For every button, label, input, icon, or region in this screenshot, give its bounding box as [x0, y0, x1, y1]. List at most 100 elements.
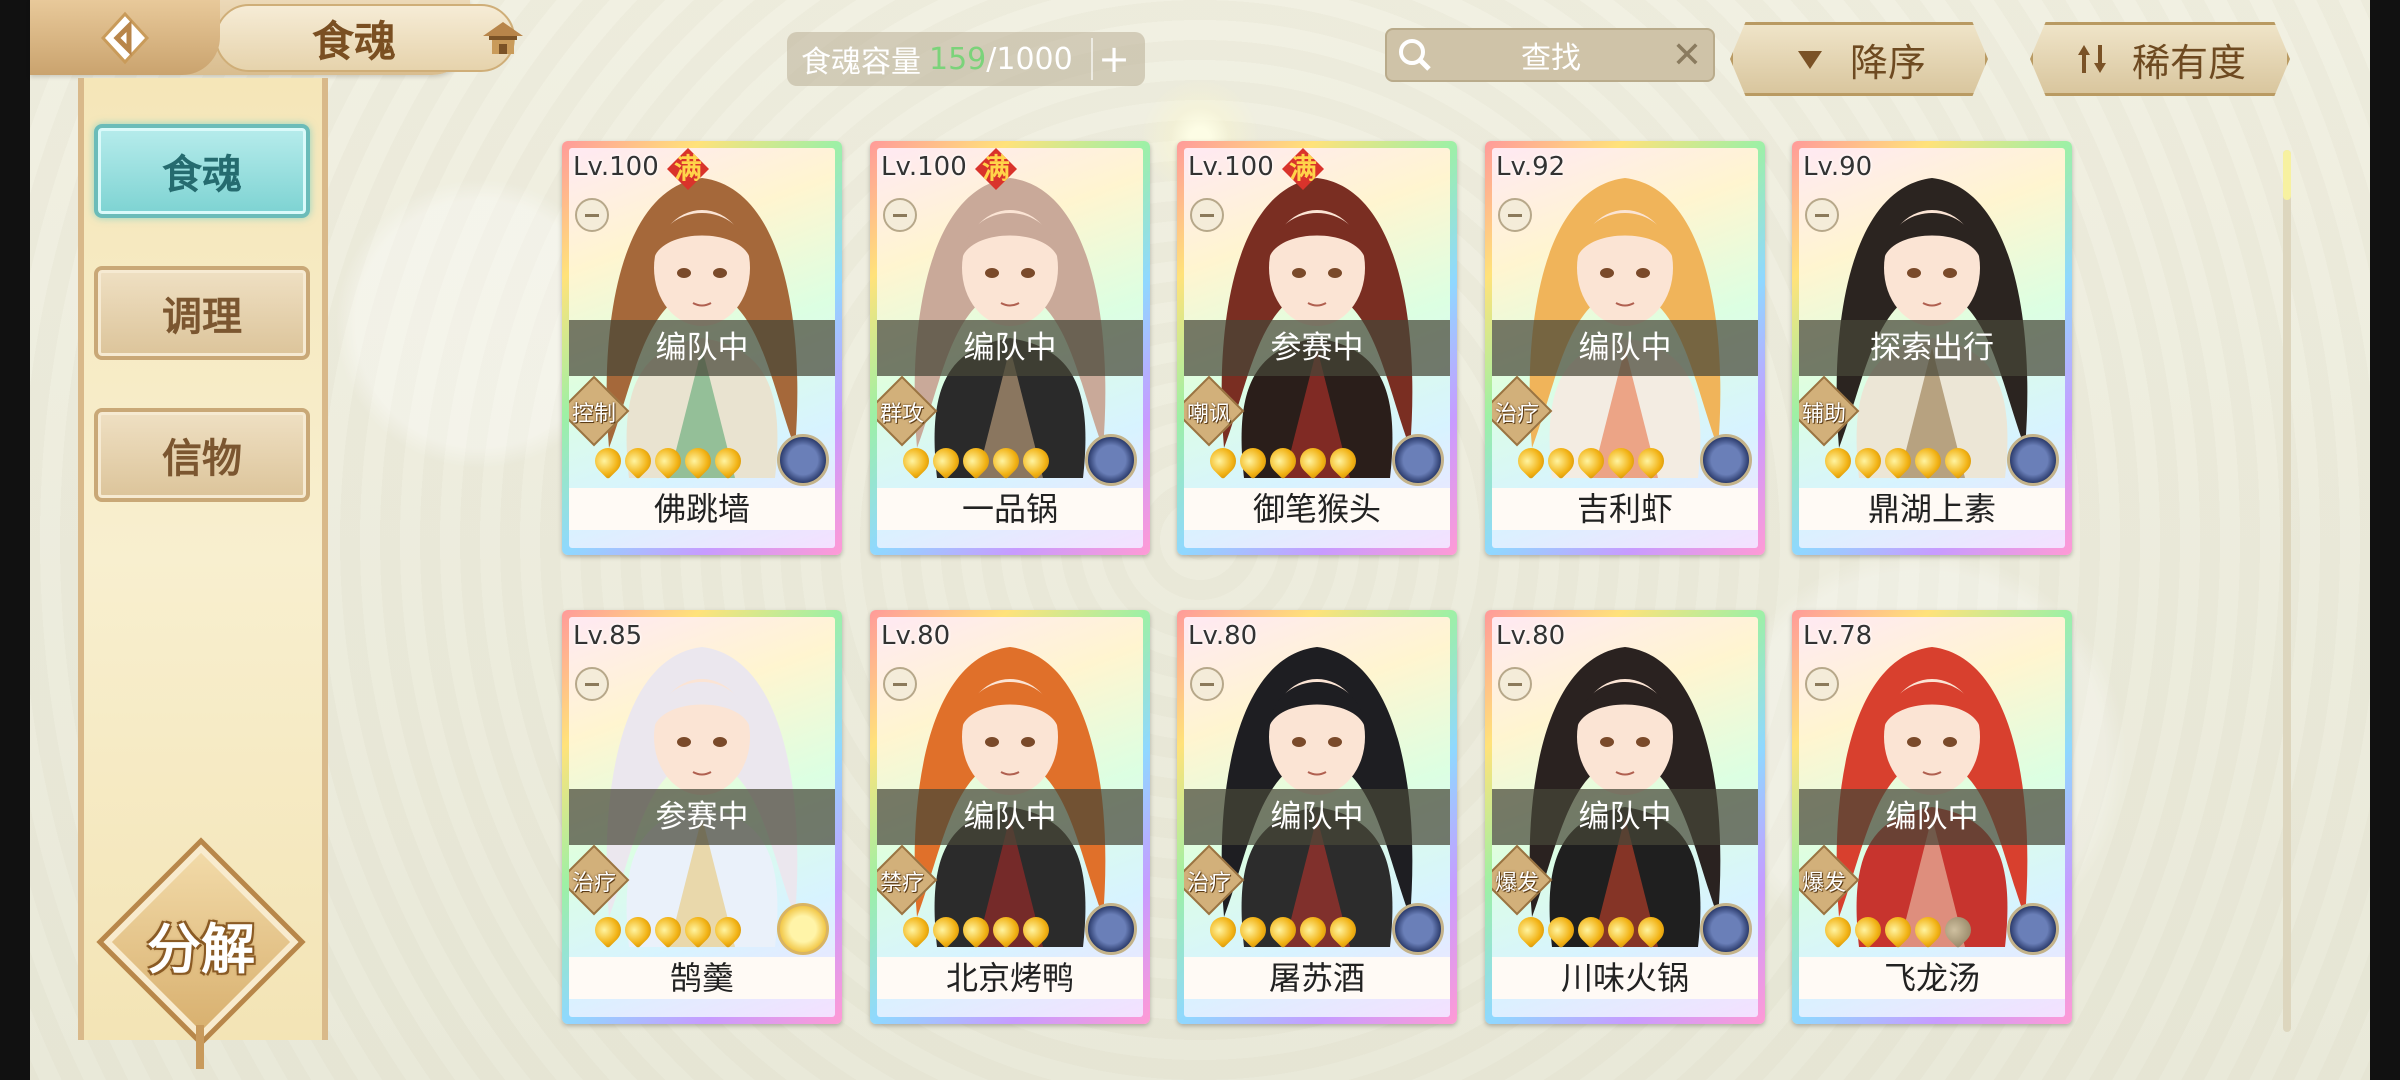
- star-icon: [1572, 911, 1610, 949]
- role-label: 辅助: [1801, 402, 1846, 427]
- rarity-filter-button[interactable]: 稀有度: [2030, 22, 2290, 96]
- star-rating: [1204, 442, 1362, 480]
- star-icon: [1879, 442, 1917, 480]
- level-label: Lv.90: [1803, 152, 1873, 182]
- capacity-label: 食魂容量: [801, 45, 921, 80]
- level-label: Lv.78: [1803, 621, 1873, 651]
- star-icon: [619, 442, 657, 480]
- star-icon: [709, 911, 747, 949]
- status-label: 参赛中: [1184, 320, 1450, 376]
- star-rating: [1512, 442, 1670, 480]
- role-badge: 治疗: [1492, 375, 1553, 447]
- star-icon: [1324, 442, 1362, 480]
- star-icon: [957, 911, 995, 949]
- back-button[interactable]: [30, 0, 220, 75]
- star-rating: [589, 442, 747, 480]
- food-soul-name: 御笔猴头: [1184, 488, 1450, 530]
- capacity-add-button[interactable]: +: [1091, 38, 1135, 80]
- tab-cultivate[interactable]: 调理: [94, 266, 310, 360]
- tab-food-soul[interactable]: 食魂: [94, 124, 310, 218]
- food-soul-card[interactable]: Lv.92 编队中 治疗 吉利虾: [1485, 141, 1765, 555]
- star-icon: [1204, 911, 1242, 949]
- tassel-decoration: [196, 1025, 204, 1069]
- element-icon: [777, 434, 829, 486]
- role-badge: 禁疗: [877, 844, 938, 916]
- role-label: 爆发: [1494, 871, 1539, 896]
- food-soul-name: 北京烤鸭: [877, 957, 1143, 999]
- role-label: 控制: [571, 402, 616, 427]
- star-icon: [897, 911, 935, 949]
- food-soul-card[interactable]: Lv.90 探索出行 辅助 鼎湖上素: [1792, 141, 2072, 555]
- star-rating: [589, 911, 747, 949]
- food-soul-card[interactable]: Lv.100 满 参赛中 嘲讽 御笔猴头: [1177, 141, 1457, 555]
- status-label: 编队中: [1799, 789, 2065, 845]
- star-icon: [649, 911, 687, 949]
- food-soul-card[interactable]: Lv.80 编队中 爆发 川味火锅: [1485, 610, 1765, 1024]
- title-tab: 食魂: [215, 4, 515, 72]
- element-icon: [1700, 434, 1752, 486]
- search-input[interactable]: 查找 ✕: [1385, 28, 1715, 82]
- star-icon: [619, 911, 657, 949]
- screen-edge-right: [2370, 0, 2400, 1080]
- star-icon: [679, 911, 717, 949]
- star-icon: [897, 442, 935, 480]
- swap-icon: [2077, 45, 2106, 73]
- food-soul-name: 飞龙汤: [1799, 957, 2065, 999]
- scrollbar-thumb[interactable]: [2283, 150, 2291, 200]
- star-rating: [1512, 911, 1670, 949]
- food-soul-name: 一品锅: [877, 488, 1143, 530]
- role-badge: 群攻: [877, 375, 938, 447]
- favor-icon: [575, 198, 609, 232]
- capacity-display: 食魂容量 159 /1000 +: [787, 32, 1145, 86]
- star-icon: [987, 442, 1025, 480]
- star-icon: [1879, 911, 1917, 949]
- tab-label: 调理: [162, 293, 242, 340]
- level-label: Lv.80: [1188, 621, 1258, 651]
- food-soul-name: 屠苏酒: [1184, 957, 1450, 999]
- food-soul-card[interactable]: Lv.100 满 编队中 群攻 一品锅: [870, 141, 1150, 555]
- food-soul-card[interactable]: Lv.100 满 编队中 控制 佛跳墙: [562, 141, 842, 555]
- role-badge: 辅助: [1799, 375, 1860, 447]
- role-badge: 控制: [569, 375, 630, 447]
- status-label: 探索出行: [1799, 320, 2065, 376]
- star-icon: [1572, 442, 1610, 480]
- card-inner: Lv.100 满 编队中 群攻 一品锅: [877, 148, 1143, 548]
- home-pavilion-icon[interactable]: [480, 16, 526, 62]
- favor-icon: [1190, 667, 1224, 701]
- food-soul-card[interactable]: Lv.80 编队中 禁疗 北京烤鸭: [870, 610, 1150, 1024]
- role-badge: 爆发: [1799, 844, 1860, 916]
- star-icon: [1939, 442, 1977, 480]
- food-soul-card[interactable]: Lv.78 编队中 爆发 飞龙汤: [1792, 610, 2072, 1024]
- level-label: Lv.100: [881, 152, 967, 182]
- star-icon: [1017, 442, 1055, 480]
- role-badge: 嘲讽: [1184, 375, 1245, 447]
- clear-icon[interactable]: ✕: [1667, 35, 1707, 76]
- food-soul-name: 吉利虾: [1492, 488, 1758, 530]
- card-inner: Lv.90 探索出行 辅助 鼎湖上素: [1799, 148, 2065, 548]
- star-icon: [1849, 911, 1887, 949]
- status-label: 参赛中: [569, 789, 835, 845]
- food-soul-card[interactable]: Lv.80 编队中 治疗 屠苏酒: [1177, 610, 1457, 1024]
- scrollbar-track[interactable]: [2283, 150, 2291, 1032]
- star-icon: [1542, 911, 1580, 949]
- role-badge: 治疗: [569, 844, 630, 916]
- element-icon: [1700, 903, 1752, 955]
- role-badge: 治疗: [1184, 844, 1245, 916]
- star-icon: [1294, 911, 1332, 949]
- tab-token[interactable]: 信物: [94, 408, 310, 502]
- sort-order-button[interactable]: 降序: [1730, 22, 1988, 96]
- role-label: 治疗: [1494, 402, 1539, 427]
- food-soul-card[interactable]: Lv.85 参赛中 治疗 鹄羹: [562, 610, 842, 1024]
- star-icon: [1234, 911, 1272, 949]
- card-inner: Lv.92 编队中 治疗 吉利虾: [1492, 148, 1758, 548]
- role-label: 治疗: [571, 871, 616, 896]
- role-label: 爆发: [1801, 871, 1846, 896]
- star-icon: [1632, 911, 1670, 949]
- sort-label: 降序: [1849, 40, 1926, 85]
- tab-label: 信物: [162, 435, 242, 482]
- star-icon: [1909, 442, 1947, 480]
- role-label: 禁疗: [879, 871, 924, 896]
- capacity-used: 159: [929, 41, 987, 77]
- star-icon: [1849, 442, 1887, 480]
- favor-icon: [883, 667, 917, 701]
